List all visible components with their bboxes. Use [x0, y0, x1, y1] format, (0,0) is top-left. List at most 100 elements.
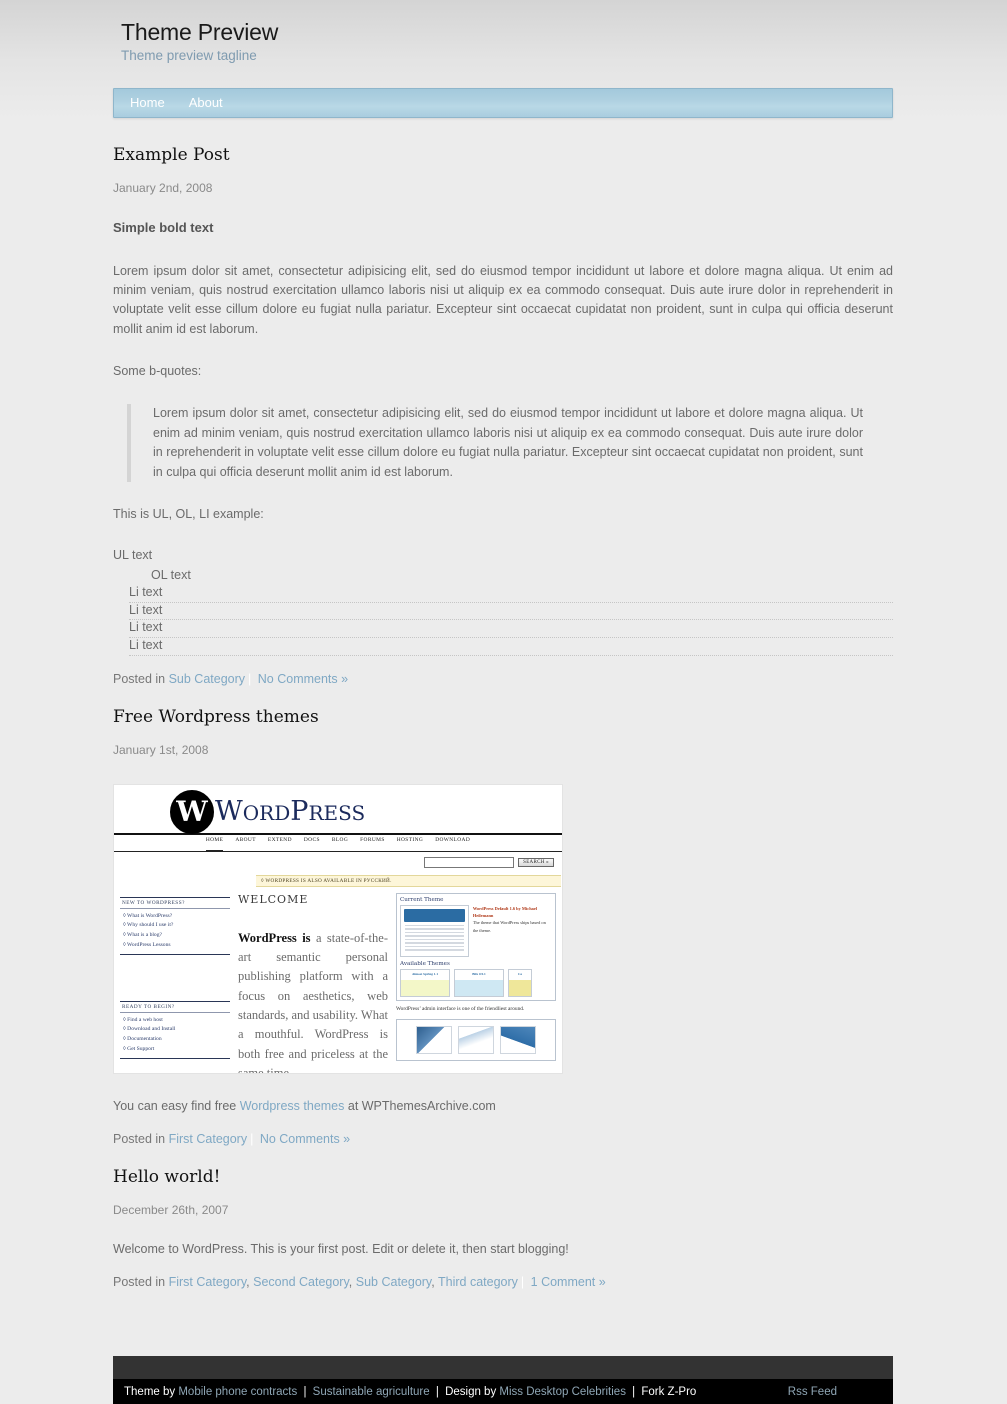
wp-box2-head: READY TO BEGIN?	[120, 1000, 230, 1013]
wp-box1-item: ◊ What is WordPress?	[123, 912, 173, 919]
wp-box1-list: ◊ What is WordPress? ◊ Why should I use …	[120, 909, 230, 955]
blockquote-intro: Some b-quotes:	[113, 364, 202, 379]
wp-brand-w: W	[215, 796, 243, 827]
wordpress-screenshot-image: W WORDPRESS HOME ABOUT EXTEND DOCS BLOG …	[113, 783, 563, 1074]
comments-link[interactable]: 1 Comment »	[531, 1275, 606, 1289]
wp-available-theme: Almost Spring 1.1	[400, 968, 450, 997]
footer-link-sustainable-agriculture[interactable]: Sustainable agriculture	[313, 1386, 430, 1398]
list-item: Li text	[129, 603, 893, 621]
wp-logo-bar: W WORDPRESS	[114, 785, 562, 835]
category-link-sub-category[interactable]: Sub Category	[169, 672, 245, 686]
comments-link[interactable]: No Comments »	[260, 1132, 350, 1146]
post-title: Free Wordpress themes	[113, 706, 319, 727]
header-wrap: Theme Preview Theme preview tagline Home…	[0, 0, 1007, 1404]
post-date: December 26th, 2007	[113, 1202, 229, 1217]
footer-link-mobile-phone-contracts[interactable]: Mobile phone contracts	[178, 1386, 297, 1398]
wp-brand-ord: ORD	[242, 801, 291, 825]
post-meta: Posted in First Category | No Comments »	[113, 1132, 893, 1146]
page-title: Theme Preview	[121, 19, 279, 45]
wp-para1-rest: a state-of-the-art semantic personal pub…	[238, 930, 388, 1074]
wp-gallery	[396, 1019, 556, 1062]
footer-link-fork-z-pro[interactable]: Fork Z-Pro	[641, 1386, 696, 1398]
wp-theme-label: Almost Spring 1.1	[411, 971, 439, 976]
posted-in-label: Posted in	[113, 671, 169, 686]
post-date: January 2nd, 2008	[113, 181, 213, 196]
meta-separator: |	[250, 1131, 254, 1146]
category-link-second-category[interactable]: Second Category	[253, 1275, 349, 1289]
wp-search-input	[424, 857, 515, 868]
post-meta: Posted in Sub Category | No Comments »	[113, 672, 893, 686]
posted-in-label: Posted in	[113, 1275, 169, 1290]
wp-paragraph-1: WordPress is a state-of-the-art semantic…	[238, 929, 388, 1074]
post-meta: Posted in First Category, Second Categor…	[113, 1275, 606, 1290]
wp-available-theme: Ce	[508, 968, 532, 997]
meta-separator: |	[248, 671, 252, 686]
wp-box2-list: ◊ Find a web host ◊ Download and Install…	[120, 1013, 230, 1059]
page-root: Theme Preview Theme preview tagline Home…	[0, 0, 1007, 1404]
footer-link-miss-desktop-celebrities[interactable]: Miss Desktop Celebrities	[499, 1386, 626, 1398]
wp-center-column: WELCOME WordPress is a state-of-the-art …	[238, 892, 388, 1074]
main-content: Example Post January 2nd, 2008 Simple bo…	[113, 118, 893, 1303]
post-bold-line: Simple bold text	[113, 220, 214, 236]
footer-separator: |	[632, 1385, 636, 1398]
wp-gallery-thumb	[500, 1026, 536, 1055]
wp-welcome-heading: WELCOME	[238, 892, 309, 906]
numbered-list: Li text Li text Li text Li text	[113, 585, 893, 656]
wp-available-themes-title: Available Themes	[400, 960, 450, 967]
wp-box2-item: ◊ Documentation	[123, 1036, 162, 1043]
nav-item-about[interactable]: About	[177, 89, 235, 117]
wp-nav-about: ABOUT	[235, 836, 256, 843]
wp-panel-title: Current Theme	[400, 896, 444, 903]
wordpress-themes-link[interactable]: Wordpress themes	[240, 1099, 345, 1113]
wp-theme-info: WordPress Default 1.6 by Michael Heilema…	[473, 905, 552, 957]
wp-box2-item: ◊ Download and Install	[123, 1026, 176, 1033]
meta-separator: |	[520, 1275, 525, 1290]
wp-box1-item: ◊ Why should I use it?	[123, 922, 174, 929]
post-hello-world: Hello world! December 26th, 2007 Welcome…	[113, 1166, 893, 1289]
after-image-prefix: You can easy find free	[113, 1098, 240, 1113]
footer-design-by-label: Design by	[445, 1385, 497, 1398]
wp-available-themes-row: Almost Spring 1.1 Blix 0.9.1 Ce	[400, 968, 552, 997]
wp-nav-forums: FORUMS	[360, 836, 385, 843]
list-item: Li text	[129, 585, 893, 603]
nav-item-home[interactable]: Home	[114, 89, 177, 117]
post-example-post: Example Post January 2nd, 2008 Simple bo…	[113, 144, 893, 686]
after-image-suffix: at WPThemesArchive.com	[344, 1098, 496, 1113]
post-free-wordpress-themes: Free Wordpress themes January 1st, 2008 …	[113, 706, 893, 1146]
wp-theme-desc: The theme that WordPress ships based on …	[472, 920, 546, 933]
wp-brand-ress: RESS	[308, 801, 366, 825]
wp-box1-head: NEW TO WORDPRESS?	[120, 896, 230, 909]
list-item: Li text	[129, 620, 893, 638]
comments-link[interactable]: No Comments »	[258, 672, 348, 686]
wp-box1-item: ◊ WordPress Lessons	[123, 941, 171, 948]
post-title: Hello world!	[113, 1166, 221, 1187]
wp-right-column: Current Theme WordPress Default 1.6 by M…	[396, 892, 556, 1073]
blockquote-text: Lorem ipsum dolor sit amet, consectetur …	[153, 406, 863, 479]
post-paragraph: Welcome to WordPress. This is your first…	[113, 1241, 569, 1256]
wp-nav-extend: EXTEND	[267, 836, 292, 843]
site-tagline: Theme preview tagline	[121, 48, 257, 64]
wp-logo: W WORDPRESS	[170, 789, 366, 834]
rss-feed-link[interactable]: Rss Feed	[788, 1386, 837, 1398]
wp-theme-thumbnail	[400, 904, 469, 957]
wp-theme-label: Blix 0.9.1	[472, 971, 486, 976]
navigation-wrap: Home About	[113, 88, 893, 119]
list-block: UL text OL text Li text Li text Li text …	[113, 546, 893, 656]
category-link-third-category[interactable]: Third category	[438, 1275, 518, 1289]
footer-top-bar	[113, 1356, 893, 1380]
blockquote: Lorem ipsum dolor sit amet, consectetur …	[127, 404, 893, 482]
wp-nav-blog: BLOG	[331, 836, 349, 843]
wp-theme-thumb-row: WordPress Default 1.6 by Michael Heilema…	[400, 904, 552, 957]
wp-nav-hosting: HOSTING	[396, 836, 424, 843]
footer-separator: |	[435, 1385, 439, 1398]
post-date: January 1st, 2008	[113, 742, 209, 757]
post-after-image-text: You can easy find free Wordpress themes …	[113, 1097, 893, 1116]
post-title: Example Post	[113, 145, 230, 166]
wp-brand-p: P	[290, 796, 309, 827]
category-link-first-category[interactable]: First Category	[169, 1132, 248, 1146]
category-link-sub-category[interactable]: Sub Category	[356, 1275, 432, 1289]
posted-in-label: Posted in	[113, 1131, 169, 1146]
wp-screenshot-caption: WordPress’ admin interface is one of the…	[396, 1005, 525, 1012]
list-item: Li text	[129, 638, 893, 656]
category-link-first-category[interactable]: First Category	[169, 1275, 247, 1289]
